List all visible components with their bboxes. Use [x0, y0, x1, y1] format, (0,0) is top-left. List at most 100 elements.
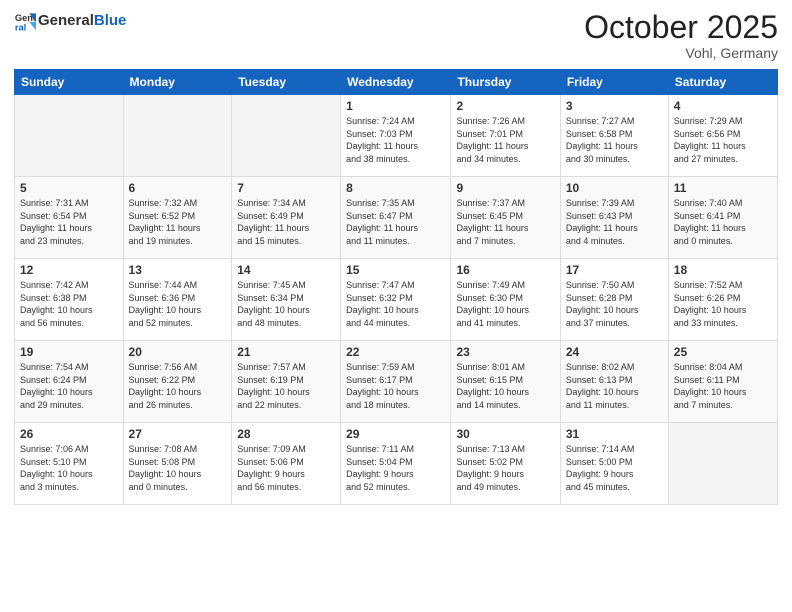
day-number: 9 — [456, 181, 554, 195]
day-number: 6 — [129, 181, 227, 195]
day-info: Sunrise: 7:37 AM Sunset: 6:45 PM Dayligh… — [456, 197, 554, 247]
calendar-cell: 9 Sunrise: 7:37 AM Sunset: 6:45 PM Daylig… — [451, 177, 560, 259]
calendar-cell — [123, 95, 232, 177]
month-title: October 2025 — [584, 10, 778, 45]
calendar-cell: 26 Sunrise: 7:06 AM Sunset: 5:10 PM Dayli… — [15, 423, 124, 505]
logo-general: General — [38, 12, 94, 29]
day-number: 10 — [566, 181, 663, 195]
day-info: Sunrise: 7:59 AM Sunset: 6:17 PM Dayligh… — [346, 361, 445, 411]
day-number: 30 — [456, 427, 554, 441]
day-info: Sunrise: 7:09 AM Sunset: 5:06 PM Dayligh… — [237, 443, 335, 493]
calendar-cell: 29 Sunrise: 7:11 AM Sunset: 5:04 PM Dayli… — [341, 423, 451, 505]
day-info: Sunrise: 7:56 AM Sunset: 6:22 PM Dayligh… — [129, 361, 227, 411]
day-info: Sunrise: 7:11 AM Sunset: 5:04 PM Dayligh… — [346, 443, 445, 493]
day-info: Sunrise: 7:24 AM Sunset: 7:03 PM Dayligh… — [346, 115, 445, 165]
day-number: 29 — [346, 427, 445, 441]
day-info: Sunrise: 8:02 AM Sunset: 6:13 PM Dayligh… — [566, 361, 663, 411]
day-number: 11 — [674, 181, 772, 195]
calendar-cell: 23 Sunrise: 8:01 AM Sunset: 6:15 PM Dayli… — [451, 341, 560, 423]
calendar-cell: 8 Sunrise: 7:35 AM Sunset: 6:47 PM Daylig… — [341, 177, 451, 259]
calendar-cell: 22 Sunrise: 7:59 AM Sunset: 6:17 PM Dayli… — [341, 341, 451, 423]
day-number: 25 — [674, 345, 772, 359]
day-number: 28 — [237, 427, 335, 441]
day-info: Sunrise: 7:57 AM Sunset: 6:19 PM Dayligh… — [237, 361, 335, 411]
day-info: Sunrise: 7:26 AM Sunset: 7:01 PM Dayligh… — [456, 115, 554, 165]
day-number: 1 — [346, 99, 445, 113]
calendar-cell: 24 Sunrise: 8:02 AM Sunset: 6:13 PM Dayli… — [560, 341, 668, 423]
day-info: Sunrise: 7:50 AM Sunset: 6:28 PM Dayligh… — [566, 279, 663, 329]
weekday-header-wednesday: Wednesday — [341, 70, 451, 95]
day-info: Sunrise: 7:49 AM Sunset: 6:30 PM Dayligh… — [456, 279, 554, 329]
calendar-cell: 19 Sunrise: 7:54 AM Sunset: 6:24 PM Dayli… — [15, 341, 124, 423]
day-number: 15 — [346, 263, 445, 277]
day-number: 26 — [20, 427, 118, 441]
day-number: 21 — [237, 345, 335, 359]
calendar-cell: 7Sunrise: 7:34 AM Sunset: 6:49 PM Daylig… — [232, 177, 341, 259]
calendar-cell: 28 Sunrise: 7:09 AM Sunset: 5:06 PM Dayli… — [232, 423, 341, 505]
day-info: Sunrise: 7:54 AM Sunset: 6:24 PM Dayligh… — [20, 361, 118, 411]
day-info: Sunrise: 8:01 AM Sunset: 6:15 PM Dayligh… — [456, 361, 554, 411]
calendar-cell: 12Sunrise: 7:42 AM Sunset: 6:38 PM Dayli… — [15, 259, 124, 341]
day-info: Sunrise: 7:44 AM Sunset: 6:36 PM Dayligh… — [129, 279, 227, 329]
calendar-cell: 6 Sunrise: 7:32 AM Sunset: 6:52 PM Daylig… — [123, 177, 232, 259]
day-number: 24 — [566, 345, 663, 359]
calendar-cell: 21 Sunrise: 7:57 AM Sunset: 6:19 PM Dayli… — [232, 341, 341, 423]
calendar: SundayMondayTuesdayWednesdayThursdayFrid… — [14, 69, 778, 505]
day-number: 16 — [456, 263, 554, 277]
calendar-cell: 25Sunrise: 8:04 AM Sunset: 6:11 PM Dayli… — [668, 341, 777, 423]
calendar-cell: 2Sunrise: 7:26 AM Sunset: 7:01 PM Daylig… — [451, 95, 560, 177]
logo-blue: Blue — [94, 12, 127, 29]
weekday-header-friday: Friday — [560, 70, 668, 95]
day-info: Sunrise: 7:08 AM Sunset: 5:08 PM Dayligh… — [129, 443, 227, 493]
day-number: 19 — [20, 345, 118, 359]
day-info: Sunrise: 7:39 AM Sunset: 6:43 PM Dayligh… — [566, 197, 663, 247]
day-number: 7 — [237, 181, 335, 195]
calendar-cell: 30 Sunrise: 7:13 AM Sunset: 5:02 PM Dayli… — [451, 423, 560, 505]
calendar-cell: 10 Sunrise: 7:39 AM Sunset: 6:43 PM Dayli… — [560, 177, 668, 259]
day-info: Sunrise: 7:45 AM Sunset: 6:34 PM Dayligh… — [237, 279, 335, 329]
day-number: 23 — [456, 345, 554, 359]
weekday-header-monday: Monday — [123, 70, 232, 95]
day-number: 27 — [129, 427, 227, 441]
svg-text:ral: ral — [15, 22, 26, 32]
calendar-cell — [15, 95, 124, 177]
calendar-cell: 3 Sunrise: 7:27 AM Sunset: 6:58 PM Daylig… — [560, 95, 668, 177]
calendar-cell: 1 Sunrise: 7:24 AM Sunset: 7:03 PM Daylig… — [341, 95, 451, 177]
calendar-cell: 11Sunrise: 7:40 AM Sunset: 6:41 PM Dayli… — [668, 177, 777, 259]
day-info: Sunrise: 7:35 AM Sunset: 6:47 PM Dayligh… — [346, 197, 445, 247]
day-number: 5 — [20, 181, 118, 195]
day-number: 20 — [129, 345, 227, 359]
day-info: Sunrise: 7:42 AM Sunset: 6:38 PM Dayligh… — [20, 279, 118, 329]
day-info: Sunrise: 7:27 AM Sunset: 6:58 PM Dayligh… — [566, 115, 663, 165]
calendar-cell: 15 Sunrise: 7:47 AM Sunset: 6:32 PM Dayli… — [341, 259, 451, 341]
day-info: Sunrise: 7:32 AM Sunset: 6:52 PM Dayligh… — [129, 197, 227, 247]
logo-icon: Gene ral — [14, 10, 36, 32]
calendar-cell: 31Sunrise: 7:14 AM Sunset: 5:00 PM Dayli… — [560, 423, 668, 505]
day-number: 22 — [346, 345, 445, 359]
day-info: Sunrise: 7:52 AM Sunset: 6:26 PM Dayligh… — [674, 279, 772, 329]
title-block: October 2025 Vohl, Germany — [584, 10, 778, 61]
day-number: 8 — [346, 181, 445, 195]
calendar-cell — [668, 423, 777, 505]
weekday-header-tuesday: Tuesday — [232, 70, 341, 95]
day-info: Sunrise: 7:47 AM Sunset: 6:32 PM Dayligh… — [346, 279, 445, 329]
day-number: 17 — [566, 263, 663, 277]
day-info: Sunrise: 7:06 AM Sunset: 5:10 PM Dayligh… — [20, 443, 118, 493]
calendar-cell: 13 Sunrise: 7:44 AM Sunset: 6:36 PM Dayli… — [123, 259, 232, 341]
location: Vohl, Germany — [584, 45, 778, 61]
day-info: Sunrise: 7:29 AM Sunset: 6:56 PM Dayligh… — [674, 115, 772, 165]
weekday-header-thursday: Thursday — [451, 70, 560, 95]
calendar-cell — [232, 95, 341, 177]
calendar-cell: 14 Sunrise: 7:45 AM Sunset: 6:34 PM Dayli… — [232, 259, 341, 341]
day-info: Sunrise: 7:13 AM Sunset: 5:02 PM Dayligh… — [456, 443, 554, 493]
day-number: 14 — [237, 263, 335, 277]
calendar-cell: 17 Sunrise: 7:50 AM Sunset: 6:28 PM Dayli… — [560, 259, 668, 341]
day-number: 31 — [566, 427, 663, 441]
day-number: 13 — [129, 263, 227, 277]
logo: Gene ral GeneralBlue — [14, 10, 126, 32]
day-number: 3 — [566, 99, 663, 113]
calendar-cell: 18Sunrise: 7:52 AM Sunset: 6:26 PM Dayli… — [668, 259, 777, 341]
weekday-header-saturday: Saturday — [668, 70, 777, 95]
day-info: Sunrise: 7:31 AM Sunset: 6:54 PM Dayligh… — [20, 197, 118, 247]
day-number: 4 — [674, 99, 772, 113]
